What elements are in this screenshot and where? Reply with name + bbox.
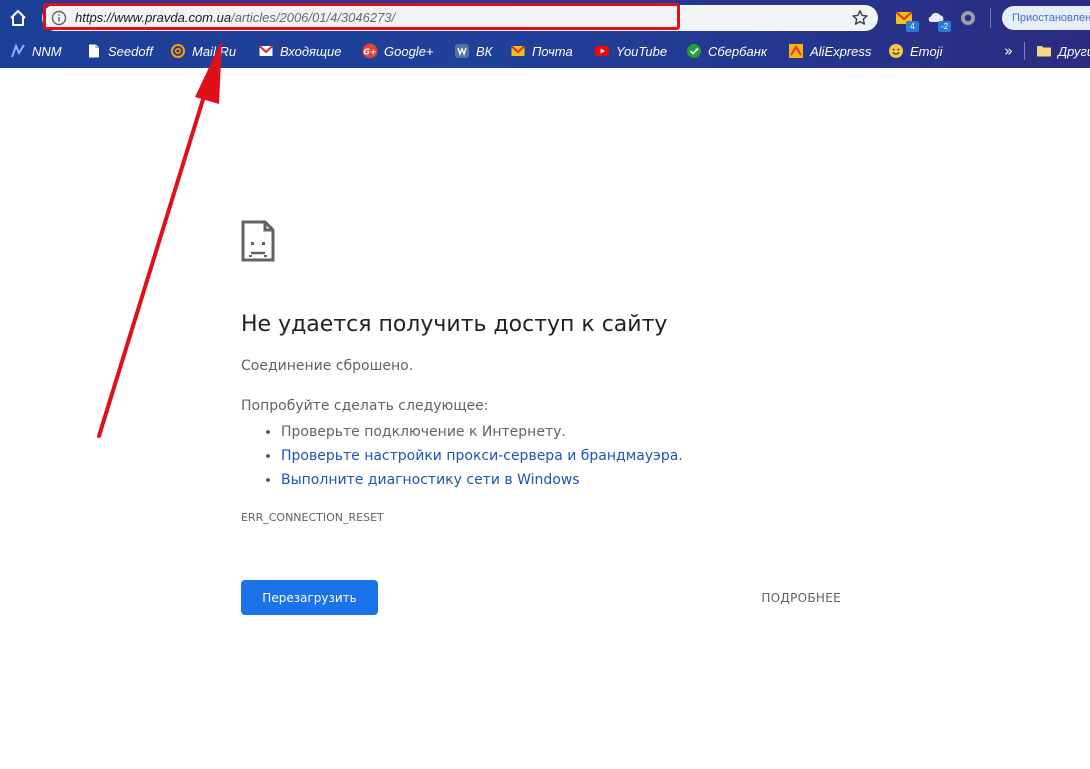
mail-icon	[510, 43, 526, 59]
bookmark-label: Mail.Ru	[192, 43, 237, 59]
bookmark-label: Seedoff	[108, 43, 153, 59]
bookmark-other-folder[interactable]: Другие закладки	[1036, 40, 1090, 62]
nnm-icon	[10, 43, 26, 59]
url-host: https://www.pravda.com.ua	[75, 10, 232, 25]
network-diagnostics-link[interactable]: Выполните диагностику сети в Windows	[281, 472, 580, 488]
error-subtitle: Соединение сброшено.	[241, 358, 414, 374]
info-icon[interactable]	[51, 10, 67, 26]
details-button[interactable]: ПОДРОБНЕЕ	[741, 580, 841, 615]
bookmark-mail[interactable]: Почта	[510, 40, 573, 62]
extension-button[interactable]	[958, 8, 980, 30]
bookmark-aliexpress[interactable]: AliExpress	[788, 40, 871, 62]
bookmark-emoji[interactable]: Emoji	[888, 40, 943, 62]
bookmarks-separator	[1024, 42, 1025, 60]
error-title: Не удается получить доступ к сайту	[241, 312, 668, 337]
reload-button[interactable]: Перезагрузить	[241, 580, 378, 615]
folder-icon	[1036, 43, 1052, 59]
youtube-icon	[594, 43, 610, 59]
circle-extension-icon	[961, 11, 975, 25]
bookmark-google-plus[interactable]: G+ Google+	[362, 40, 434, 62]
gmail-badge: 4	[906, 21, 919, 32]
sberbank-icon	[686, 43, 702, 59]
bookmark-label: Сбербанк	[708, 43, 767, 59]
suggestion-network-diagnostics: Выполните диагностику сети в Windows	[281, 468, 841, 492]
annotation-arrow	[97, 40, 222, 438]
bookmark-label: NNM	[32, 43, 62, 59]
suggestion-proxy-firewall: Проверьте настройки прокси-сервера и бра…	[281, 444, 841, 468]
page-icon	[86, 43, 102, 59]
bookmark-label: YouTube	[616, 43, 668, 59]
suggestion-text: Проверьте подключение к Интернету.	[281, 424, 566, 440]
address-bar[interactable]: https://www.pravda.com.ua/articles/2006/…	[42, 5, 878, 31]
bookmarks-bar: NNM Seedoff Mail.Ru Входящие G+ Google+ …	[0, 36, 1090, 66]
bookmark-label: ВК	[476, 43, 493, 59]
suggestion-check-connection: Проверьте подключение к Интернету.	[281, 420, 841, 444]
browser-chrome: https://www.pravda.com.ua/articles/2006/…	[0, 0, 1090, 68]
aliexpress-icon	[788, 43, 804, 59]
gmail-icon	[258, 43, 274, 59]
toolbar-separator	[990, 8, 991, 28]
bookmark-vk[interactable]: ВК	[454, 40, 492, 62]
weather-extension-button[interactable]: -2	[926, 8, 951, 32]
bookmark-label: Почта	[532, 43, 573, 59]
bookmark-label: Google+	[384, 43, 434, 59]
bookmark-label: Emoji	[910, 43, 943, 59]
browser-toolbar: https://www.pravda.com.ua/articles/2006/…	[0, 0, 1090, 36]
bookmark-label: AliExpress	[810, 43, 872, 59]
bookmark-sberbank[interactable]: Сбербанк	[686, 40, 767, 62]
suggestions-label: Попробуйте сделать следующее:	[241, 398, 489, 414]
url-path: /articles/2006/01/4/3046273/	[231, 10, 396, 25]
bookmark-mailru[interactable]: Mail.Ru	[170, 40, 236, 62]
browser-window: https://www.pravda.com.ua/articles/2006/…	[0, 0, 1090, 769]
vk-icon	[454, 43, 470, 59]
weather-badge: -2	[938, 21, 951, 32]
proxy-firewall-link[interactable]: Проверьте настройки прокси-сервера и бра…	[281, 448, 683, 464]
emoji-icon	[888, 43, 904, 59]
bookmark-label: Другие закладки	[1058, 43, 1090, 59]
url-text[interactable]: https://www.pravda.com.ua/articles/2006/…	[75, 9, 395, 27]
sad-page-icon	[241, 220, 275, 262]
svg-text:G+: G+	[363, 48, 376, 57]
profile-paused-button[interactable]: Приостановлено	[1002, 6, 1090, 30]
gmail-extension-button[interactable]: 4	[894, 8, 919, 32]
home-icon	[10, 10, 26, 26]
bookmark-inbox[interactable]: Входящие	[258, 40, 341, 62]
at-icon	[170, 43, 186, 59]
home-button[interactable]	[7, 7, 29, 29]
suggestions-list: Проверьте подключение к Интернету. Прове…	[241, 420, 841, 492]
bookmark-youtube[interactable]: YouTube	[594, 40, 667, 62]
bookmark-nnm[interactable]: NNM	[10, 40, 62, 62]
bookmarks-more-chevron[interactable]: »	[1004, 42, 1013, 60]
google-plus-icon: G+	[362, 43, 378, 59]
bookmark-label: Входящие	[280, 43, 342, 59]
bookmark-star-icon[interactable]	[851, 9, 869, 27]
bookmark-seedoff[interactable]: Seedoff	[86, 40, 153, 62]
error-code: ERR_CONNECTION_RESET	[241, 511, 384, 524]
